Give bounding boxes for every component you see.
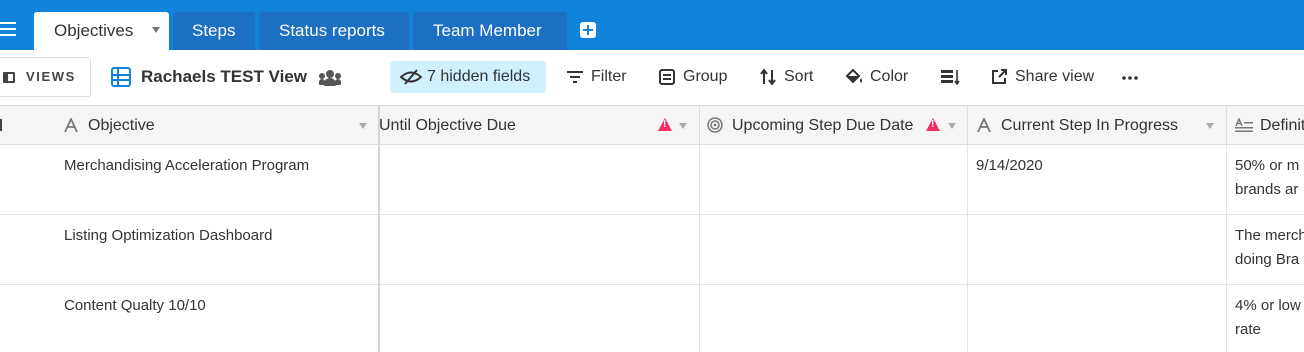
column-header-until-objective-due[interactable]: Until Objective Due <box>378 106 700 145</box>
column-header-current-step-in-progress[interactable]: Current Step In Progress <box>968 106 1227 145</box>
eye-slash-icon <box>400 69 422 85</box>
tab-label: Team Member <box>433 21 542 40</box>
hidden-fields-label: 7 hidden fields <box>427 68 531 85</box>
chevron-down-icon[interactable] <box>359 123 367 129</box>
objective-cell[interactable]: Merchandising Acceleration Program <box>56 145 378 215</box>
column-label: Upcoming Step Due Date <box>732 117 914 134</box>
objective-cell[interactable]: Listing Optimization Dashboard <box>56 215 378 285</box>
row-height-icon <box>941 70 960 85</box>
long-text-icon <box>1235 118 1253 132</box>
share-icon <box>992 69 1007 84</box>
group-label: Group <box>683 68 728 85</box>
chevron-down-icon[interactable] <box>152 27 160 33</box>
hidden-fields-button[interactable]: 7 hidden fields <box>390 61 546 93</box>
collaborative-view-icon[interactable] <box>319 70 341 86</box>
sort-label: Sort <box>784 68 814 85</box>
column-header-definition[interactable]: Definit <box>1227 106 1304 145</box>
until-due-cell[interactable] <box>378 285 700 352</box>
menu-icon[interactable] <box>0 22 18 38</box>
tab-label: Steps <box>192 21 236 40</box>
column-header-upcoming-step-due-date[interactable]: Upcoming Step Due Date <box>700 106 968 145</box>
table-row[interactable]: Listing Optimization Dashboard The merch… <box>0 215 1304 285</box>
group-icon <box>659 69 675 85</box>
view-name[interactable]: Rachaels TEST View <box>141 67 307 87</box>
tab-objectives[interactable]: Objectives <box>34 12 169 50</box>
tab-label: Objectives <box>54 21 134 40</box>
row-number-header <box>0 106 56 145</box>
table-header: Objective Until Objective Due Upcoming S… <box>0 106 1304 145</box>
views-toggle-button[interactable]: VIEWS <box>0 57 91 97</box>
column-header-objective[interactable]: Objective <box>56 106 378 145</box>
table-row[interactable]: Merchandising Acceleration Program 9/14/… <box>0 145 1304 215</box>
grid-view-icon <box>111 67 131 87</box>
upcoming-step-cell[interactable] <box>700 285 968 352</box>
chevron-down-icon[interactable] <box>679 123 687 129</box>
chevron-down-icon[interactable] <box>948 123 956 129</box>
views-label: VIEWS <box>26 69 76 84</box>
definition-cell[interactable]: The merch doing Bra <box>1227 215 1304 285</box>
current-step-cell[interactable] <box>968 285 1227 352</box>
tab-label: Status reports <box>279 21 385 40</box>
filter-icon <box>567 71 583 83</box>
more-icon <box>1122 76 1138 80</box>
paint-bucket-icon <box>845 69 862 84</box>
upcoming-step-cell[interactable] <box>700 215 968 285</box>
warning-icon <box>926 118 940 131</box>
tab-bar: Objectives Steps Status reports Team Mem… <box>0 0 1304 50</box>
current-step-cell[interactable]: 9/14/2020 <box>968 145 1227 215</box>
color-label: Color <box>870 68 909 85</box>
row-height-button[interactable] <box>941 61 961 93</box>
text-field-icon <box>64 118 78 132</box>
column-label: Current Step In Progress <box>1001 117 1178 134</box>
text-field-icon <box>977 118 991 132</box>
definition-cell[interactable]: 50% or m brands ar <box>1227 145 1304 215</box>
color-button[interactable]: Color <box>845 61 915 93</box>
group-button[interactable]: Group <box>659 61 733 93</box>
tab-status-reports[interactable]: Status reports <box>259 12 409 50</box>
current-step-cell[interactable] <box>968 215 1227 285</box>
column-label: Until Objective Due <box>379 117 516 134</box>
share-view-button[interactable]: Share view <box>991 61 1101 93</box>
column-label: Objective <box>88 117 155 134</box>
filter-button[interactable]: Filter <box>567 61 637 93</box>
until-due-cell[interactable] <box>378 145 700 215</box>
add-table-icon[interactable] <box>580 22 596 38</box>
column-label: Definit <box>1260 117 1304 134</box>
spiral-formula-icon <box>707 117 723 133</box>
frozen-column-divider[interactable] <box>378 106 380 352</box>
sort-icon <box>760 69 776 85</box>
chevron-down-icon[interactable] <box>1206 123 1214 129</box>
table-row[interactable]: Content Qualty 10/10 4% or low rate <box>0 285 1304 352</box>
warning-icon <box>658 118 672 131</box>
share-view-label: Share view <box>1015 68 1095 85</box>
sort-button[interactable]: Sort <box>760 61 820 93</box>
definition-cell[interactable]: 4% or low rate <box>1227 285 1304 352</box>
sidebar-icon <box>3 72 15 83</box>
filter-label: Filter <box>591 68 627 85</box>
upcoming-step-cell[interactable] <box>700 145 968 215</box>
until-due-cell[interactable] <box>378 215 700 285</box>
tab-team-member[interactable]: Team Member <box>413 12 567 50</box>
objective-cell[interactable]: Content Qualty 10/10 <box>56 285 378 352</box>
more-options-button[interactable] <box>1122 61 1142 93</box>
tab-steps[interactable]: Steps <box>173 12 255 50</box>
